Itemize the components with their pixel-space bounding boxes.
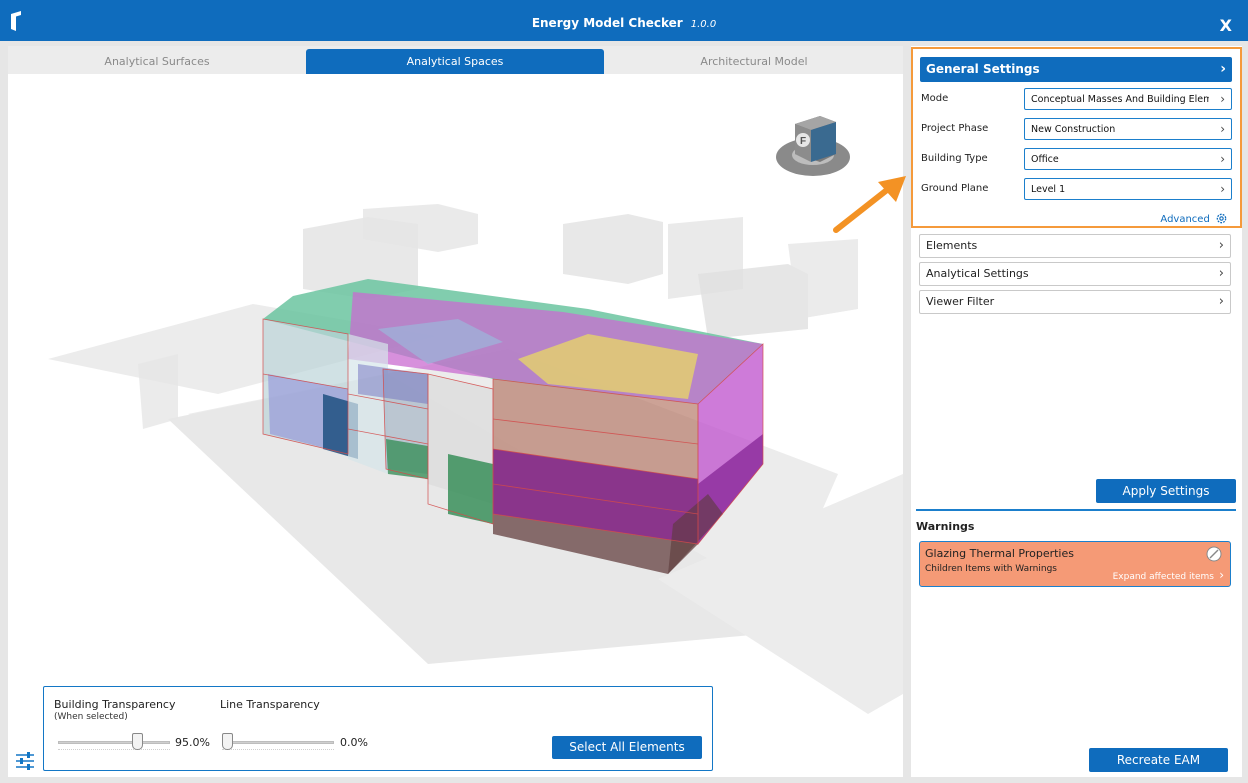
chevron-right-icon: › (1220, 182, 1225, 196)
viewer-filter-section[interactable]: Viewer Filter › (919, 290, 1231, 314)
advanced-link[interactable]: Advanced (1160, 212, 1228, 225)
warning-toggle-icon[interactable] (1206, 546, 1222, 562)
settings-panel: General Settings › Mode Conceptual Masse… (911, 46, 1242, 777)
building-transparency-label: Building Transparency (54, 698, 176, 711)
project-phase-select[interactable]: New Construction › (1024, 118, 1232, 140)
slider-thumb[interactable] (132, 733, 143, 750)
mode-label: Mode (921, 93, 949, 104)
app-title: Energy Model Checker (531, 16, 683, 30)
general-settings-highlight: General Settings › Mode Conceptual Masse… (911, 47, 1242, 228)
building-transparency-value: 95.0% (175, 736, 210, 749)
slider-ticks (222, 749, 334, 753)
slider-ticks (58, 749, 170, 753)
chevron-right-icon: › (1218, 238, 1224, 253)
title-bar: Energy Model Checker 1.0.0 X (0, 0, 1248, 41)
transparency-controls: Building Transparency (When selected) 95… (43, 686, 713, 771)
expand-affected-items-link[interactable]: Expand affected items (1113, 572, 1214, 582)
general-settings-header[interactable]: General Settings › (920, 57, 1232, 82)
slider-track (222, 741, 334, 744)
warning-title: Glazing Thermal Properties (925, 547, 1074, 560)
context-building (788, 239, 858, 319)
tab-analytical-surfaces[interactable]: Analytical Surfaces (8, 49, 306, 74)
wing-space (448, 454, 493, 524)
viewer-filter-label: Viewer Filter (926, 295, 995, 308)
building-type-label: Building Type (921, 153, 988, 164)
chevron-right-icon: › (1218, 294, 1224, 309)
apply-settings-button[interactable]: Apply Settings (1096, 479, 1236, 503)
viewcube-widget[interactable]: F (776, 116, 850, 176)
building-type-select[interactable]: Office › (1024, 148, 1232, 170)
general-settings-title: General Settings (926, 62, 1040, 76)
divider (916, 509, 1236, 511)
slider-track (58, 741, 170, 744)
context-building (138, 354, 178, 429)
mode-select[interactable]: Conceptual Masses And Building Elements › (1024, 88, 1232, 110)
select-all-elements-button[interactable]: Select All Elements (552, 736, 702, 759)
analytical-settings-label: Analytical Settings (926, 267, 1029, 280)
chevron-right-icon: › (1220, 122, 1225, 136)
building-type-field-row: Building Type Office › (920, 148, 1232, 170)
wing-space (386, 439, 428, 479)
warning-card[interactable]: Glazing Thermal Properties Children Item… (919, 541, 1231, 587)
viewcube-face-label: F (800, 136, 806, 147)
chevron-right-icon: › (1218, 266, 1224, 281)
building-type-value: Office (1031, 154, 1059, 165)
3d-viewport[interactable]: F (8, 74, 903, 777)
line-transparency-label: Line Transparency (220, 698, 320, 711)
slider-thumb[interactable] (222, 733, 233, 750)
chevron-right-icon: › (1220, 92, 1225, 106)
analytical-settings-section[interactable]: Analytical Settings › (919, 262, 1231, 286)
wing-space (348, 334, 388, 474)
warnings-title: Warnings (916, 520, 975, 533)
callout-arrow (833, 176, 906, 233)
context-building (563, 214, 663, 284)
mode-field-row: Mode Conceptual Masses And Building Elem… (920, 88, 1232, 110)
chevron-right-icon: › (1220, 61, 1226, 77)
warning-subtitle: Children Items with Warnings (925, 564, 1057, 574)
elements-label: Elements (926, 239, 978, 252)
line-transparency-slider[interactable] (222, 733, 334, 753)
ground-plane-value: Level 1 (1031, 184, 1066, 195)
context-building (698, 264, 808, 339)
line-transparency-value: 0.0% (340, 736, 368, 749)
recreate-eam-button[interactable]: Recreate EAM (1089, 748, 1228, 772)
gear-icon (1216, 213, 1227, 224)
viewer-panel: Analytical Surfaces Analytical Spaces Ar… (8, 46, 903, 777)
advanced-label: Advanced (1160, 214, 1210, 225)
window-title: Energy Model Checker 1.0.0 (0, 16, 1248, 30)
building-model-render[interactable]: F (8, 74, 903, 777)
settings-sliders-icon[interactable] (15, 752, 35, 770)
project-phase-field-row: Project Phase New Construction › (920, 118, 1232, 140)
elements-section[interactable]: Elements › (919, 234, 1231, 258)
view-tabs: Analytical Surfaces Analytical Spaces Ar… (8, 46, 903, 74)
building-transparency-slider[interactable] (58, 733, 170, 753)
app-version: 1.0.0 (690, 19, 717, 30)
mode-value: Conceptual Masses And Building Elements (1031, 94, 1209, 105)
close-button[interactable]: X (1220, 16, 1232, 35)
chevron-right-icon: › (1220, 152, 1225, 166)
tab-analytical-spaces[interactable]: Analytical Spaces (306, 49, 604, 74)
chevron-right-icon: › (1219, 568, 1224, 582)
building-transparency-sublabel: (When selected) (54, 712, 128, 722)
ground-plane-select[interactable]: Level 1 › (1024, 178, 1232, 200)
ground-plane-label: Ground Plane (921, 183, 989, 194)
project-phase-value: New Construction (1031, 124, 1116, 135)
project-phase-label: Project Phase (921, 123, 989, 134)
ground-plane-field-row: Ground Plane Level 1 › (920, 178, 1232, 200)
tab-architectural-model[interactable]: Architectural Model (605, 49, 903, 74)
